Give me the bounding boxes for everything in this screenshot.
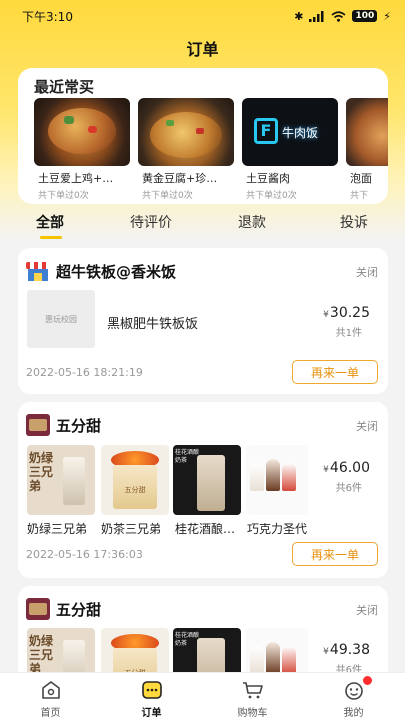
thumb-text: 桂花酒酿奶茶 <box>175 449 200 464</box>
recent-item-name: 泡面 <box>350 172 372 185</box>
profile-icon <box>345 682 363 700</box>
order-price: ¥46.00 <box>323 460 370 476</box>
order-price: ¥30.25 <box>323 305 370 321</box>
recent-item-name: 黄金豆腐+珍… <box>142 172 218 185</box>
item-placeholder-image: 惠玩校园 <box>27 290 95 348</box>
cart-icon <box>243 682 263 699</box>
status-icons: ✱ 100 ⚡ <box>294 10 391 23</box>
order-status: 关闭 <box>356 604 378 617</box>
wifi-icon <box>331 10 346 22</box>
nav-profile[interactable]: 我的 <box>303 673 404 720</box>
order-status: 关闭 <box>356 266 378 279</box>
item-label: 巧克力圣代 <box>247 522 308 536</box>
item-name: 黑椒肥牛铁板饭 <box>107 317 199 332</box>
shop-row[interactable]: 五分甜 <box>26 414 101 436</box>
tab-refund[interactable]: 退款 <box>238 212 266 232</box>
bluetooth-icon: ✱ <box>294 9 304 23</box>
price-value: 46.00 <box>329 460 370 476</box>
reorder-button[interactable]: 再来一单 <box>292 360 378 384</box>
recent-item-count: 共下单过0次 <box>38 191 89 201</box>
price-value: 30.25 <box>329 305 370 321</box>
currency-symbol: ¥ <box>323 647 329 657</box>
tab-all[interactable]: 全部 <box>36 212 64 232</box>
nav-cart[interactable]: 购物车 <box>202 673 303 720</box>
nav-label: 订单 <box>141 708 162 719</box>
food-image <box>34 98 130 166</box>
recent-title: 最近常买 <box>34 78 95 96</box>
status-bar: 下午3:10 ✱ 100 ⚡ <box>0 0 405 32</box>
recent-item-count: 共下单过0次 <box>142 191 193 201</box>
recent-item[interactable]: F 牛肉饭 土豆酱肉 共下单过0次 <box>242 98 338 201</box>
item-label: 桂花酒酿… <box>175 522 236 536</box>
order-status: 关闭 <box>356 420 378 433</box>
order-card[interactable]: 五分甜 关闭 奶绿三兄弟 五分甜 桂花酒酿奶茶 ¥49.38 共6件 <box>18 586 388 698</box>
nav-home[interactable]: 首页 <box>0 673 101 720</box>
recent-item-name: 土豆爱上鸡+… <box>38 172 114 185</box>
active-tab-indicator <box>40 236 62 239</box>
signal-icon <box>309 10 324 22</box>
shop-name: 超牛铁板@香米饭 <box>56 262 177 281</box>
placeholder-text: 惠玩校园 <box>45 314 77 324</box>
thumb-text: 桂花酒酿奶茶 <box>175 632 200 647</box>
order-card[interactable]: 超牛铁板@香米饭 关闭 惠玩校园 黑椒肥牛铁板饭 ¥30.25 共1件 2022… <box>18 248 388 394</box>
thumb-text: 奶绿三兄弟 <box>29 634 54 676</box>
recent-item[interactable]: 土豆爱上鸡+… 共下单过0次 <box>34 98 130 201</box>
shop-logo-icon <box>26 414 50 436</box>
food-image <box>138 98 234 166</box>
price-value: 49.38 <box>329 642 370 658</box>
nav-label: 我的 <box>343 708 364 719</box>
recent-item-count: 共下单过0次 <box>246 191 297 201</box>
shop-row[interactable]: 五分甜 <box>26 598 101 620</box>
notification-dot <box>363 676 372 685</box>
recent-item[interactable]: 泡面 共下 <box>346 98 388 201</box>
nav-label: 购物车 <box>237 708 268 719</box>
thumb-text: 奶绿三兄弟 <box>29 451 54 493</box>
order-tabs: 全部 待评价 退款 投诉 <box>0 212 405 242</box>
order-time: 2022-05-16 18:21:19 <box>26 366 143 379</box>
order-quantity: 共6件 <box>335 483 362 494</box>
shop-sign-image: F 牛肉饭 <box>242 98 338 166</box>
shop-logo-icon <box>26 260 50 282</box>
recent-item-count: 共下 <box>350 191 369 201</box>
recent-item[interactable]: 黄金豆腐+珍… 共下单过0次 <box>138 98 234 201</box>
home-icon <box>42 681 60 699</box>
shop-sign-text: 牛肉饭 <box>282 126 319 140</box>
shop-name: 五分甜 <box>56 600 102 619</box>
charging-icon: ⚡ <box>383 9 391 23</box>
item-label: 奶绿三兄弟 <box>27 522 88 536</box>
item-label: 奶茶三兄弟 <box>101 522 162 536</box>
page-title: 订单 <box>186 40 219 59</box>
recent-purchases-card: 最近常买 土豆爱上鸡+… 共下单过0次 黄金豆腐+珍… 共下单过0次 F 牛肉饭… <box>18 68 388 204</box>
recent-item-name: 土豆酱肉 <box>246 172 290 185</box>
nav-orders[interactable]: 订单 <box>101 673 202 720</box>
order-quantity: 共1件 <box>335 328 362 339</box>
nav-label: 首页 <box>40 708 61 719</box>
tab-complaint[interactable]: 投诉 <box>340 212 368 232</box>
order-price: ¥49.38 <box>323 642 370 658</box>
battery-icon: 100 <box>352 10 378 22</box>
shop-logo-icon <box>26 598 50 620</box>
order-card[interactable]: 五分甜 关闭 奶绿三兄弟 五分甜 桂花酒酿奶茶 奶绿三兄弟 奶茶三兄弟 桂花酒酿… <box>18 402 388 578</box>
thumb-text: 五分甜 <box>124 486 146 494</box>
currency-symbol: ¥ <box>323 310 329 320</box>
order-time: 2022-05-16 17:36:03 <box>26 548 143 561</box>
item-thumbnail: 桂花酒酿奶茶 <box>173 445 241 515</box>
currency-symbol: ¥ <box>323 465 329 475</box>
food-image <box>346 98 388 166</box>
bottom-navigation: 首页 订单 购物车 我的 <box>0 672 405 720</box>
item-thumbnail: 奶绿三兄弟 <box>27 445 95 515</box>
orders-icon <box>142 681 162 699</box>
status-time: 下午3:10 <box>22 9 73 24</box>
reorder-button[interactable]: 再来一单 <box>292 542 378 566</box>
shop-name: 五分甜 <box>56 416 102 435</box>
shop-row[interactable]: 超牛铁板@香米饭 <box>26 260 176 282</box>
item-thumbnail <box>246 445 308 515</box>
item-thumbnail: 五分甜 <box>101 445 169 515</box>
tab-pending-review[interactable]: 待评价 <box>130 212 172 232</box>
